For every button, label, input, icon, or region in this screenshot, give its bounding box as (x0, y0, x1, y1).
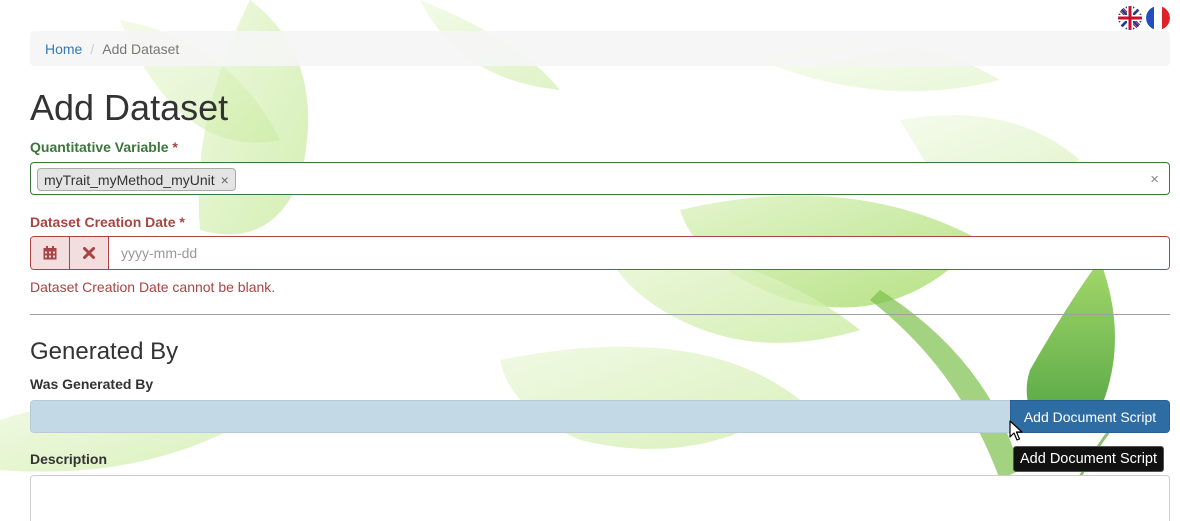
description-textarea[interactable] (30, 475, 1170, 521)
clear-date-button[interactable] (70, 237, 109, 269)
page-title: Add Dataset (30, 87, 229, 128)
creation-date-input-group (30, 236, 1170, 270)
creation-date-label: Dataset Creation Date * (30, 214, 185, 230)
quantitative-variable-label-text: Quantitative Variable (30, 139, 169, 155)
add-document-script-button[interactable]: Add Document Script (1010, 400, 1170, 433)
add-document-script-tooltip: Add Document Script (1013, 446, 1165, 472)
section-divider (30, 314, 1170, 315)
breadcrumb-home-link[interactable]: Home (45, 41, 82, 57)
close-icon (83, 247, 95, 259)
breadcrumb-separator: / (90, 40, 95, 57)
was-generated-by-label: Was Generated By (30, 376, 154, 392)
required-mark: * (172, 139, 178, 155)
selected-variable-tag: myTrait_myMethod_myUnit × (37, 168, 236, 191)
mouse-cursor-icon (1009, 420, 1023, 441)
france-flag-icon[interactable] (1146, 6, 1170, 30)
breadcrumb: Home / Add Dataset (30, 31, 1170, 66)
calendar-icon (43, 246, 57, 260)
language-switcher (1118, 6, 1170, 30)
creation-date-error: Dataset Creation Date cannot be blank. (30, 279, 276, 295)
quantitative-variable-label: Quantitative Variable * (30, 139, 178, 155)
uk-flag-icon[interactable] (1118, 6, 1142, 30)
creation-date-label-text: Dataset Creation Date (30, 214, 176, 230)
tag-remove-icon[interactable]: × (221, 172, 229, 188)
clear-selection-icon[interactable]: × (1150, 171, 1159, 188)
required-mark: * (179, 214, 185, 230)
generated-by-heading: Generated By (30, 338, 179, 365)
page: Home / Add Dataset Add Dataset Quantitat… (0, 0, 1180, 521)
breadcrumb-current: Add Dataset (102, 40, 180, 57)
description-label: Description (30, 451, 108, 467)
creation-date-input[interactable] (109, 237, 1169, 269)
selected-variable-tag-label: myTrait_myMethod_myUnit (44, 171, 215, 188)
calendar-button[interactable] (31, 237, 70, 269)
was-generated-by-field[interactable] (30, 400, 1011, 433)
quantitative-variable-select[interactable]: myTrait_myMethod_myUnit × × (30, 162, 1170, 195)
